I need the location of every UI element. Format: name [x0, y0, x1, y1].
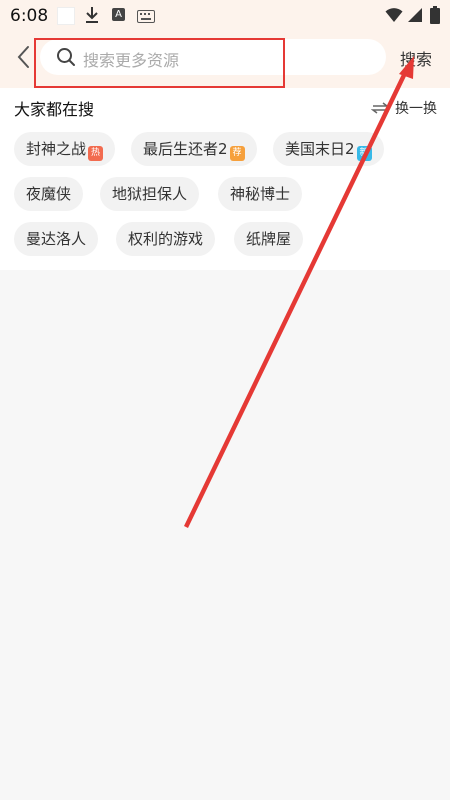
battery-icon [430, 6, 440, 28]
search-input[interactable]: 搜索更多资源 [40, 39, 386, 75]
download-icon [84, 6, 100, 28]
status-bar: 6:08 A [0, 0, 450, 34]
back-button[interactable] [12, 42, 36, 72]
new-badge: 新 [356, 146, 372, 161]
recommend-badge: 荐 [229, 146, 245, 161]
search-tag[interactable]: 最后生还者2 荐 [131, 132, 257, 166]
wifi-icon [385, 7, 403, 27]
tag-label: 神秘博士 [230, 185, 291, 203]
search-tag[interactable]: 曼达洛人 [14, 222, 99, 256]
tag-label: 曼达洛人 [26, 230, 87, 248]
tag-label: 权利的游戏 [128, 230, 204, 248]
chevron-left-icon [12, 46, 36, 76]
refresh-button[interactable]: 换一换 [370, 98, 437, 118]
signal-icon [406, 7, 423, 27]
tag-label: 地狱担保人 [112, 185, 188, 203]
search-tag[interactable]: 权利的游戏 [116, 222, 216, 256]
tag-label: 夜魔侠 [26, 185, 72, 203]
tag-label: 最后生还者2 [143, 140, 228, 158]
notification-app-icon [57, 7, 75, 25]
hot-searches-panel: 大家都在搜 换一换 封神之战热 最后生还者2 荐 美国末日2 新 夜魔侠 地狱担保人… [0, 88, 450, 270]
search-button[interactable]: 搜索 [400, 46, 432, 70]
search-tag[interactable]: 地狱担保人 [100, 177, 200, 211]
refresh-label: 换一换 [395, 101, 437, 117]
refresh-icon [370, 99, 390, 118]
search-tag[interactable]: 纸牌屋 [234, 222, 304, 256]
hot-searches-title: 大家都在搜 [14, 100, 95, 119]
tag-label: 封神之战 [26, 140, 87, 158]
app-a-icon: A [112, 8, 125, 21]
search-placeholder: 搜索更多资源 [83, 51, 180, 70]
keyboard-icon [137, 8, 155, 27]
search-tag[interactable]: 神秘博士 [218, 177, 303, 211]
search-tag[interactable]: 封神之战热 [14, 132, 116, 166]
hot-badge: 热 [88, 146, 104, 161]
tag-label: 美国末日2 [285, 140, 355, 158]
search-tag[interactable]: 夜魔侠 [14, 177, 84, 211]
status-time: 6:08 [10, 6, 49, 26]
search-icon [56, 47, 76, 71]
tag-label: 纸牌屋 [246, 230, 292, 248]
search-tag[interactable]: 美国末日2 新 [273, 132, 384, 166]
